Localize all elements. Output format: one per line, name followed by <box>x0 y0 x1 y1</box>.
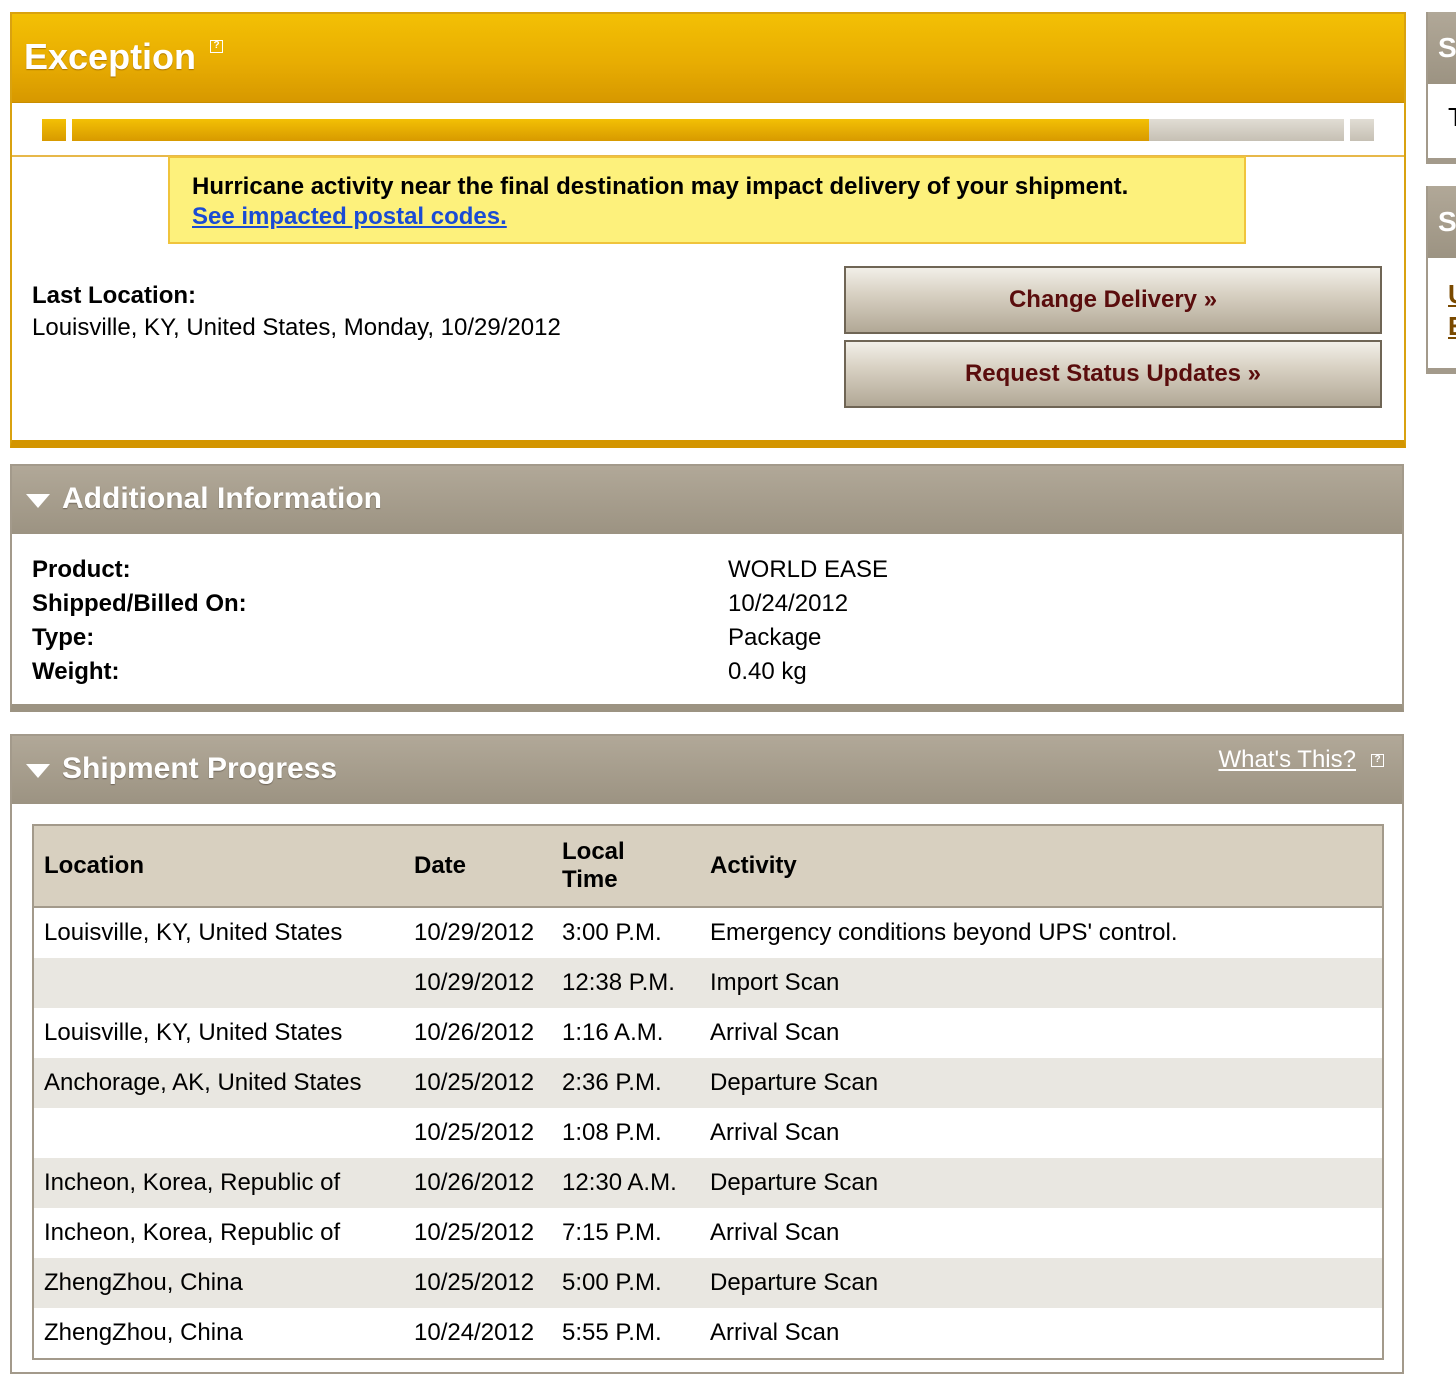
progress-fill <box>72 119 1150 141</box>
table-row: ZhengZhou, China 10/24/2012 5:55 P.M. Ar… <box>33 1308 1383 1359</box>
table-row: Louisville, KY, United States 10/29/2012… <box>33 907 1383 958</box>
cell-activity: Import Scan <box>700 958 1383 1008</box>
help-icon[interactable]: ? <box>210 40 223 53</box>
shipped-billed-value: 10/24/2012 <box>728 590 849 617</box>
type-label: Type: <box>32 624 95 651</box>
exception-panel: Exception ? Hurricane activity near the … <box>10 12 1406 448</box>
cell-time: 12:30 A.M. <box>552 1158 700 1208</box>
shipment-progress-header[interactable]: Shipment Progress What's This? ? <box>12 736 1402 804</box>
alert-message: Hurricane activity near the final destin… <box>192 173 1129 200</box>
additional-information-header[interactable]: Additional Information <box>12 466 1402 534</box>
table-row: Louisville, KY, United States 10/26/2012… <box>33 1008 1383 1058</box>
cell-activity: Arrival Scan <box>710 1119 840 1146</box>
cell-time: 1:16 A.M. <box>562 1019 664 1046</box>
collapse-triangle-icon[interactable] <box>26 494 50 508</box>
cell-location: Louisville, KY, United States <box>44 919 343 946</box>
column-header-location: Location <box>33 825 404 908</box>
cell-time: 5:55 P.M. <box>562 1319 662 1346</box>
cell-activity: Emergency conditions beyond UPS' control… <box>710 919 1178 946</box>
cell-location <box>33 958 404 1008</box>
cell-date: 10/24/2012 <box>414 1319 535 1346</box>
product-value: WORLD EASE <box>728 556 889 583</box>
column-header-date: Date <box>404 825 552 908</box>
cell-date: 10/25/2012 <box>414 1119 535 1146</box>
cell-location: ZhengZhou, China <box>44 1319 243 1346</box>
cell-location <box>33 1108 404 1158</box>
cell-activity: Arrival Scan <box>710 1219 840 1246</box>
cell-date: 10/25/2012 <box>404 1258 552 1308</box>
cell-date: 10/29/2012 <box>404 958 552 1008</box>
cell-date: 10/29/2012 <box>414 919 535 946</box>
progress-start-segment <box>42 119 66 141</box>
table-row: Incheon, Korea, Republic of 10/25/2012 7… <box>33 1208 1383 1258</box>
cell-activity: Departure Scan <box>700 1158 1383 1208</box>
column-header-local-time: Local Time <box>552 825 700 908</box>
weight-label: Weight: <box>32 658 120 685</box>
cell-activity: Departure Scan <box>700 1058 1383 1108</box>
cell-time: 1:08 P.M. <box>562 1119 662 1146</box>
product-label: Product: <box>32 556 131 583</box>
table-row: Incheon, Korea, Republic of 10/26/2012 1… <box>33 1158 1383 1208</box>
exception-title: Exception <box>24 36 197 77</box>
cell-activity: Arrival Scan <box>710 1019 840 1046</box>
delivery-progress-bar <box>12 103 1404 157</box>
cell-location: Incheon, Korea, Republic of <box>33 1158 404 1208</box>
cell-time: 12:38 P.M. <box>552 958 700 1008</box>
help-icon[interactable]: ? <box>1371 754 1384 767</box>
cell-time: 7:15 P.M. <box>562 1219 662 1246</box>
change-delivery-button[interactable]: Change Delivery » <box>844 266 1382 334</box>
progress-track <box>72 119 1344 141</box>
cell-activity: Departure Scan <box>700 1258 1383 1308</box>
sidebar-box-1-header: S <box>1428 12 1456 84</box>
cell-date: 10/26/2012 <box>414 1019 535 1046</box>
column-header-activity: Activity <box>700 825 1383 908</box>
sidebar-link-2[interactable]: E <box>1428 310 1456 342</box>
exception-header: Exception ? <box>12 14 1404 103</box>
sidebar-box-2: S U E <box>1426 186 1456 374</box>
table-header-row: Location Date Local Time Activity <box>33 825 1383 908</box>
cell-location: Anchorage, AK, United States <box>33 1058 404 1108</box>
sidebar-box-2-header: S <box>1428 186 1456 258</box>
last-location-label: Last Location: <box>32 282 197 309</box>
additional-information-section: Additional Information Product: WORLD EA… <box>10 464 1404 712</box>
additional-information-title: Additional Information <box>62 482 382 515</box>
shipment-progress-section: Shipment Progress What's This? ? Locatio… <box>10 734 1404 1374</box>
table-row: Anchorage, AK, United States 10/25/2012 … <box>33 1058 1383 1108</box>
sidebar-link-1[interactable]: U <box>1428 258 1456 310</box>
type-value: Package <box>728 624 822 651</box>
progress-end-segment <box>1350 119 1374 141</box>
cell-location: Incheon, Korea, Republic of <box>44 1219 341 1246</box>
sidebar-box-1: S T <box>1426 12 1456 164</box>
cell-location: Louisville, KY, United States <box>44 1019 343 1046</box>
hurricane-alert: Hurricane activity near the final destin… <box>168 156 1246 244</box>
shipped-billed-label: Shipped/Billed On: <box>32 590 247 617</box>
local-time-line2: Time <box>562 866 618 893</box>
cell-date: 10/25/2012 <box>414 1219 535 1246</box>
cell-time: 2:36 P.M. <box>552 1058 700 1108</box>
table-row: 10/25/2012 1:08 P.M. Arrival Scan <box>33 1108 1383 1158</box>
sidebar-box-1-text: T <box>1448 102 1456 132</box>
cell-time: 5:00 P.M. <box>552 1258 700 1308</box>
table-row: ZhengZhou, China 10/25/2012 5:00 P.M. De… <box>33 1258 1383 1308</box>
last-location-value: Louisville, KY, United States, Monday, 1… <box>32 314 561 341</box>
cell-location: ZhengZhou, China <box>33 1258 404 1308</box>
shipment-progress-title: Shipment Progress <box>62 752 338 785</box>
cell-activity: Arrival Scan <box>710 1319 840 1346</box>
weight-value: 0.40 kg <box>728 658 807 685</box>
whats-this-link[interactable]: What's This? <box>1218 746 1356 774</box>
table-row: 10/29/2012 12:38 P.M. Import Scan <box>33 958 1383 1008</box>
cell-date: 10/26/2012 <box>404 1158 552 1208</box>
cell-time: 3:00 P.M. <box>562 919 662 946</box>
shipment-progress-table: Location Date Local Time Activity Louisvi… <box>32 824 1384 1360</box>
cell-date: 10/25/2012 <box>404 1058 552 1108</box>
impacted-postal-codes-link[interactable]: See impacted postal codes. <box>192 203 507 230</box>
collapse-triangle-icon[interactable] <box>26 764 50 778</box>
local-time-line1: Local <box>562 838 625 865</box>
request-status-updates-button[interactable]: Request Status Updates » <box>844 340 1382 408</box>
